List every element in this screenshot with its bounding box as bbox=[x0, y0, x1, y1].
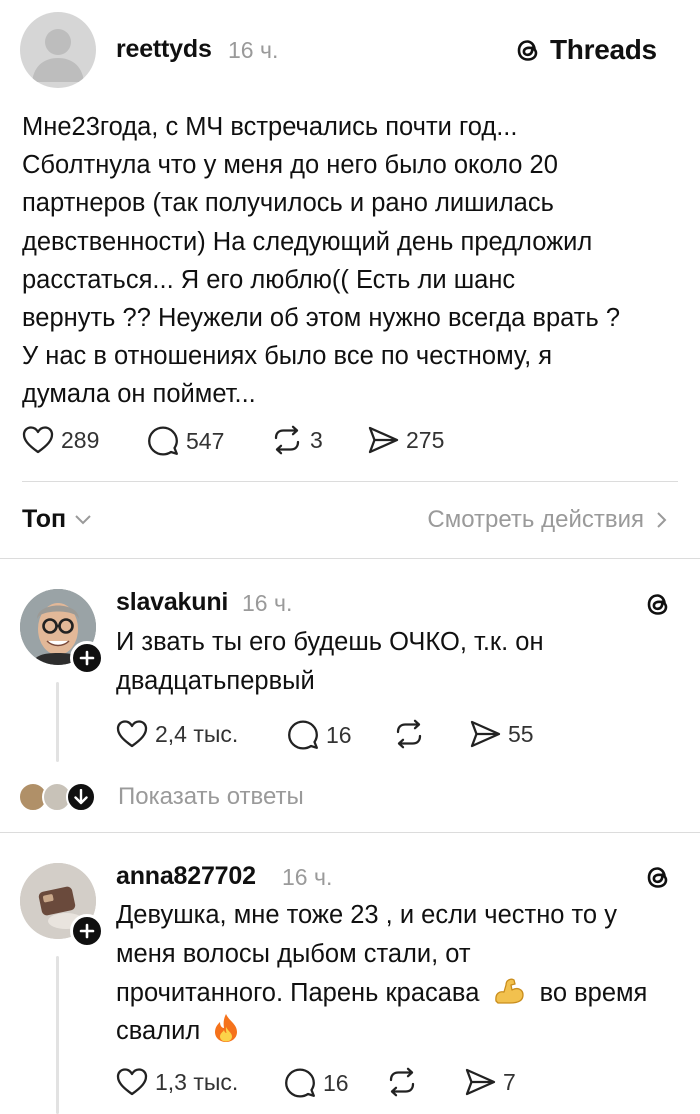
comment-text-line-with-emoji: свалил bbox=[116, 1012, 686, 1051]
comment-text: И звать ты его будешь ОЧКО, т.к. он двад… bbox=[116, 623, 686, 701]
comment-icon bbox=[285, 1068, 315, 1098]
heart-icon bbox=[22, 426, 54, 454]
threads-brand[interactable]: Threads bbox=[512, 34, 657, 66]
comment-text-segment: во время bbox=[539, 978, 648, 1007]
comment-icon bbox=[148, 426, 178, 456]
heart-icon bbox=[116, 720, 148, 748]
thread-line bbox=[56, 956, 59, 1114]
follow-plus-button[interactable] bbox=[70, 914, 104, 948]
comment-author-username[interactable]: anna827702 bbox=[116, 862, 256, 891]
post-divider bbox=[22, 481, 678, 482]
send-icon bbox=[465, 1068, 496, 1096]
comment-repost-button[interactable] bbox=[393, 719, 425, 749]
plus-icon bbox=[79, 650, 95, 666]
chevron-down-icon bbox=[75, 514, 91, 524]
post-author-username[interactable]: reettyds bbox=[116, 35, 212, 64]
show-replies-button[interactable]: Показать ответы bbox=[18, 782, 304, 812]
post-repost-button[interactable]: 3 bbox=[271, 425, 323, 455]
comment-text-line: Девушка, мне тоже 23 , и если честно то … bbox=[116, 901, 617, 929]
threads-logo-icon bbox=[517, 40, 538, 61]
comment-text-line: меня волосы дыбом стали, от bbox=[116, 939, 471, 968]
show-more-badge bbox=[66, 782, 96, 812]
comment-reply-button[interactable]: 16 bbox=[284, 1067, 349, 1099]
comment-share-button[interactable]: 55 bbox=[469, 719, 534, 749]
comment-divider bbox=[0, 832, 700, 833]
comment-share-count: 55 bbox=[508, 720, 534, 747]
post-share-count: 275 bbox=[406, 426, 445, 453]
comment-like-button[interactable]: 1,3 тыс. bbox=[116, 1067, 238, 1097]
post-author-avatar[interactable] bbox=[20, 12, 96, 88]
send-icon bbox=[368, 426, 399, 454]
sort-label: Топ bbox=[22, 505, 67, 533]
comment-text-segment: свалил bbox=[116, 1017, 201, 1046]
comment-like-button[interactable]: 2,4 тыс. bbox=[116, 719, 238, 749]
repost-icon bbox=[396, 719, 422, 749]
post-text-line: расстаться... Я его люблю(( Есть ли шанс bbox=[22, 265, 516, 294]
post-text-line: У нас в отношениях было все по честному,… bbox=[22, 342, 553, 371]
repost-icon bbox=[274, 425, 300, 455]
post-comment-button[interactable]: 547 bbox=[147, 425, 224, 457]
post-text-line: Сболтнула что у меня до него было около … bbox=[22, 151, 558, 180]
comment-time: 16 ч. bbox=[282, 864, 333, 890]
post-text-line: думала он поймет... bbox=[22, 380, 256, 409]
post-time: 16 ч. bbox=[228, 37, 279, 63]
arrow-down-icon bbox=[74, 789, 88, 805]
post-text: Мне23года, с МЧ встречались почти год...… bbox=[22, 108, 682, 414]
comment-share-count: 7 bbox=[503, 1068, 516, 1095]
post-comment-count: 547 bbox=[186, 427, 225, 454]
comment-repost-button[interactable] bbox=[386, 1067, 418, 1097]
flexed-biceps-emoji-icon bbox=[495, 978, 525, 1004]
send-icon bbox=[470, 720, 501, 748]
show-replies-label: Показать ответы bbox=[118, 783, 304, 810]
default-avatar-icon bbox=[32, 29, 84, 82]
repost-icon bbox=[389, 1067, 415, 1097]
sort-dropdown[interactable]: Топ bbox=[22, 505, 92, 534]
comment-text-line: И звать ты его будешь ОЧКО, т.к. он bbox=[116, 628, 544, 656]
follow-plus-button[interactable] bbox=[70, 641, 104, 675]
comment-reply-count: 16 bbox=[323, 1069, 349, 1096]
comment-author-username[interactable]: slavakuni bbox=[116, 588, 228, 617]
heart-icon bbox=[116, 1068, 148, 1096]
post-text-line: партнеров (так получилось и рано лишилас… bbox=[22, 189, 554, 218]
post-text-line: девственности) На следующий день предлож… bbox=[22, 227, 593, 256]
comment-text-segment: прочитанного. Парень красава bbox=[116, 978, 480, 1007]
thread-line bbox=[56, 682, 59, 762]
comment-reply-button[interactable]: 16 bbox=[287, 719, 352, 751]
view-activity-link[interactable]: Смотреть действия bbox=[427, 506, 668, 534]
view-activity-label: Смотреть действия bbox=[427, 506, 644, 533]
comment-like-count: 1,3 тыс. bbox=[155, 1068, 239, 1095]
threads-brand-label: Threads bbox=[550, 34, 657, 65]
threads-logo-icon bbox=[647, 867, 668, 888]
comment-text-line: двадцатьпервый bbox=[116, 666, 315, 695]
post-share-button[interactable]: 275 bbox=[367, 425, 444, 455]
comment-text-line-with-emoji: прочитанного. Парень красава во время bbox=[116, 974, 686, 1013]
post-like-button[interactable]: 289 bbox=[22, 425, 99, 455]
comment-time: 16 ч. bbox=[242, 590, 293, 616]
comment-reply-count: 16 bbox=[326, 721, 352, 748]
comment-share-button[interactable]: 7 bbox=[464, 1067, 516, 1097]
comment-text: Девушка, мне тоже 23 , и если честно то … bbox=[116, 896, 686, 1051]
post-repost-count: 3 bbox=[310, 426, 323, 453]
fire-emoji-icon bbox=[215, 1014, 238, 1043]
threads-logo-icon bbox=[647, 594, 668, 615]
post-like-count: 289 bbox=[61, 426, 100, 453]
plus-icon bbox=[79, 923, 95, 939]
chevron-right-icon bbox=[657, 512, 667, 528]
comment-like-count: 2,4 тыс. bbox=[155, 720, 239, 747]
comment-icon bbox=[288, 720, 318, 750]
post-text-line: вернуть ?? Неужели об этом нужно всегда … bbox=[22, 304, 621, 333]
section-divider bbox=[0, 558, 700, 559]
post-text-line: Мне23года, с МЧ встречались почти год... bbox=[22, 113, 518, 141]
